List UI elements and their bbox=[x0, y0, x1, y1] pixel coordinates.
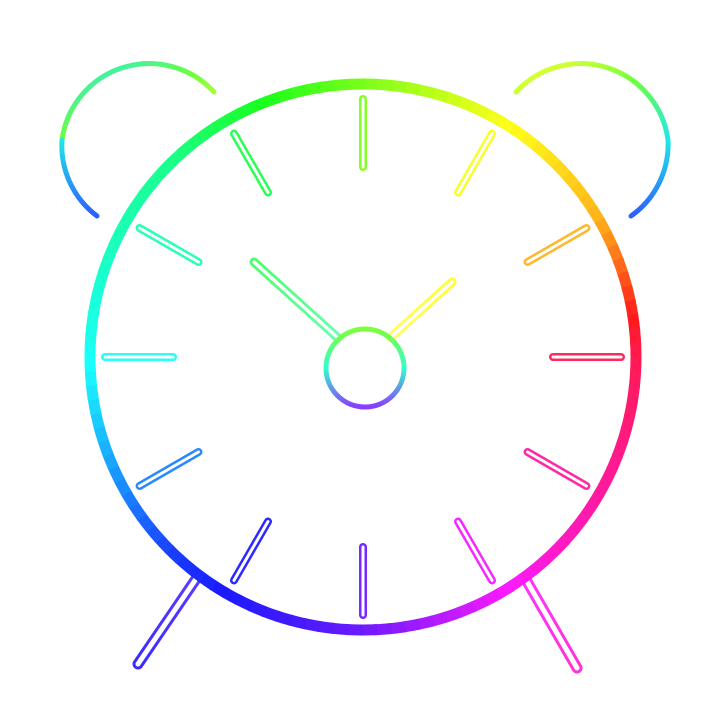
alarm-clock-icon bbox=[59, 61, 671, 674]
hour-mark bbox=[523, 448, 591, 490]
hour-mark bbox=[135, 224, 203, 266]
hour-mark bbox=[135, 448, 203, 490]
minute-hand bbox=[249, 257, 343, 343]
left-leg bbox=[132, 570, 204, 670]
center-hub bbox=[323, 326, 407, 410]
hour-mark bbox=[454, 129, 496, 197]
hour-mark bbox=[454, 517, 496, 585]
hour-hand bbox=[385, 277, 457, 343]
right-leg bbox=[519, 572, 583, 674]
alarm-clock-illustration bbox=[0, 0, 718, 717]
hour-mark bbox=[230, 517, 272, 585]
right-bell bbox=[513, 61, 671, 219]
hour-mark bbox=[523, 224, 591, 266]
hour-mark bbox=[230, 129, 272, 197]
